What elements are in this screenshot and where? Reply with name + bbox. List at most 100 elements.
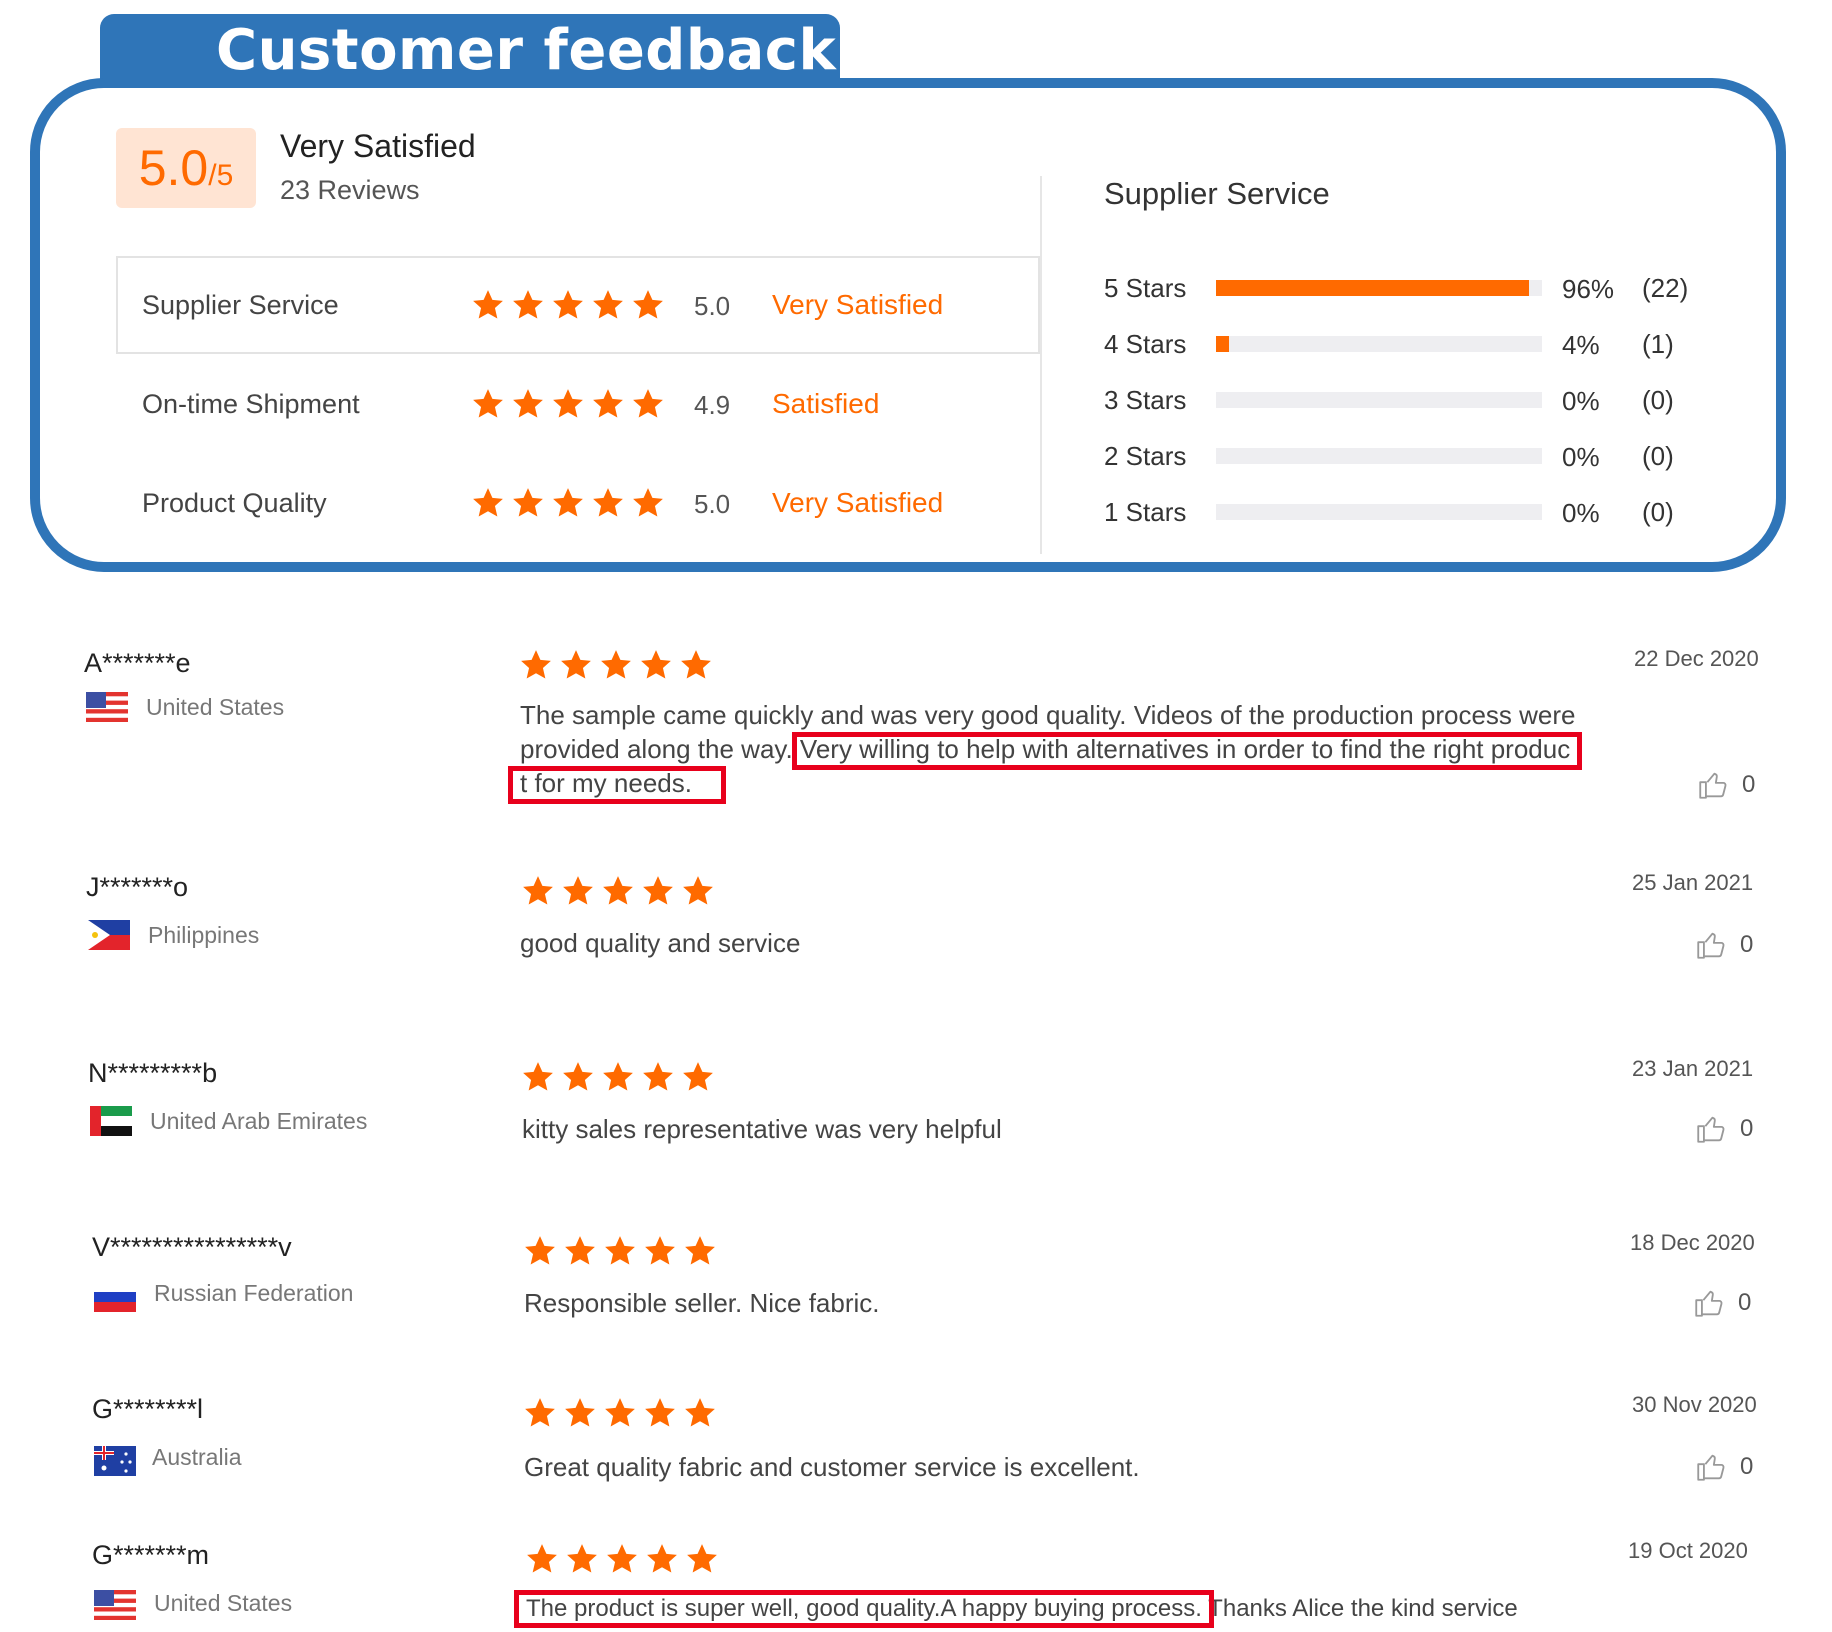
like-button[interactable]: 0	[1692, 1286, 1751, 1320]
review-text-line: good quality and service	[520, 928, 801, 958]
star-icon	[630, 288, 666, 322]
distribution-bar[interactable]	[1216, 504, 1542, 520]
distribution-count: (0)	[1642, 441, 1674, 471]
like-button[interactable]: 0	[1694, 1112, 1753, 1146]
distribution-label: 2 Stars	[1104, 441, 1187, 471]
category-label: Product Quality	[142, 488, 327, 518]
category-value: 4.9	[694, 390, 731, 420]
review-text-line: Responsible seller. Nice fabric.	[524, 1288, 880, 1318]
star-icon	[682, 1396, 718, 1430]
star-icon	[518, 648, 554, 682]
thumbs-up-icon	[1694, 928, 1728, 962]
star-icon	[510, 387, 546, 421]
reviewer-country: Philippines	[148, 922, 260, 948]
star-icon	[678, 648, 714, 682]
distribution-title: Supplier Service	[1104, 176, 1330, 211]
category-value: 5.0	[694, 489, 731, 519]
review-text-line: kitty sales representative was very help…	[522, 1114, 1002, 1144]
distribution-label: 5 Stars	[1104, 273, 1187, 303]
distribution-count: (22)	[1642, 273, 1689, 303]
category-value: 5.0	[694, 291, 731, 321]
category-desc: Satisfied	[772, 388, 880, 419]
us-flag-icon	[94, 1590, 136, 1620]
review-date: 18 Dec 2020	[1630, 1230, 1755, 1255]
reviewer-name: A*******e	[84, 648, 191, 678]
star-icon	[630, 387, 666, 421]
star-icon	[510, 288, 546, 322]
review-date: 19 Oct 2020	[1628, 1538, 1748, 1563]
star-icon	[590, 288, 626, 322]
category-label: Supplier Service	[142, 290, 339, 320]
star-icon	[510, 486, 546, 520]
review-stars	[524, 1542, 720, 1576]
distribution-bar[interactable]	[1216, 392, 1542, 408]
reviewer-country: United States	[146, 694, 285, 720]
distribution-bar[interactable]	[1216, 280, 1542, 296]
reviewer-name: V****************v	[92, 1232, 292, 1262]
distribution-bar[interactable]	[1216, 448, 1542, 464]
au-flag-icon	[94, 1446, 136, 1476]
distribution-pct: 96%	[1562, 274, 1615, 304]
star-icon	[644, 1542, 680, 1576]
ph-flag-icon	[88, 920, 130, 950]
star-icon	[550, 288, 586, 322]
like-button[interactable]: 0	[1694, 928, 1753, 962]
score-denominator: /5	[208, 159, 234, 192]
reviewer-name: J*******o	[86, 872, 189, 902]
star-icon	[562, 1396, 598, 1430]
star-icon	[600, 1060, 636, 1094]
star-icon	[642, 1234, 678, 1268]
review-date: 23 Jan 2021	[1632, 1056, 1754, 1081]
reviews-count[interactable]: 23 Reviews	[280, 175, 420, 206]
distribution-pct: 0%	[1562, 442, 1600, 472]
review-stars	[522, 1234, 718, 1268]
star-icon	[558, 648, 594, 682]
star-icon	[470, 486, 506, 520]
star-icon	[470, 288, 506, 322]
reviewer-country: Australia	[152, 1444, 242, 1470]
star-icon	[560, 1060, 596, 1094]
review-stars	[520, 1060, 716, 1094]
review-text-line: The sample came quickly and was very goo…	[520, 700, 1576, 730]
star-icon	[684, 1542, 720, 1576]
category-desc: Very Satisfied	[772, 487, 944, 518]
star-icon	[640, 1060, 676, 1094]
review-stars	[520, 874, 716, 908]
ru-flag-icon	[94, 1282, 136, 1312]
like-button[interactable]: 0	[1696, 768, 1755, 802]
category-label: On-time Shipment	[142, 389, 360, 419]
reviewer-country: United States	[154, 1590, 293, 1616]
star-icon	[520, 874, 556, 908]
star-icon	[630, 486, 666, 520]
like-count: 0	[1740, 1115, 1754, 1142]
distribution-bar-fill	[1216, 280, 1529, 296]
review-stars	[518, 648, 714, 682]
distribution-count: (1)	[1642, 329, 1674, 359]
category-stars	[470, 486, 666, 520]
page-title: Customer feedback	[216, 18, 837, 83]
reviewer-name: G********l	[92, 1394, 204, 1424]
star-icon	[522, 1234, 558, 1268]
us-flag-icon	[86, 692, 128, 722]
like-count: 0	[1738, 1289, 1752, 1316]
overall-score-badge: 5.0/5	[116, 128, 256, 208]
category-stars	[470, 288, 666, 322]
thumbs-up-icon	[1696, 768, 1730, 802]
star-icon	[520, 1060, 556, 1094]
distribution-pct: 0%	[1562, 498, 1600, 528]
star-icon	[638, 648, 674, 682]
star-icon	[550, 486, 586, 520]
distribution-label: 3 Stars	[1104, 385, 1187, 415]
review-date: 22 Dec 2020	[1634, 646, 1759, 671]
thumbs-up-icon	[1694, 1450, 1728, 1484]
distribution-label: 4 Stars	[1104, 329, 1187, 359]
star-icon	[564, 1542, 600, 1576]
reviewer-country: United Arab Emirates	[150, 1108, 368, 1134]
star-icon	[604, 1542, 640, 1576]
divider	[1040, 176, 1042, 554]
distribution-count: (0)	[1642, 385, 1674, 415]
star-icon	[640, 874, 676, 908]
overall-score: 5.0	[138, 140, 209, 196]
distribution-bar[interactable]	[1216, 336, 1542, 352]
like-button[interactable]: 0	[1694, 1450, 1753, 1484]
